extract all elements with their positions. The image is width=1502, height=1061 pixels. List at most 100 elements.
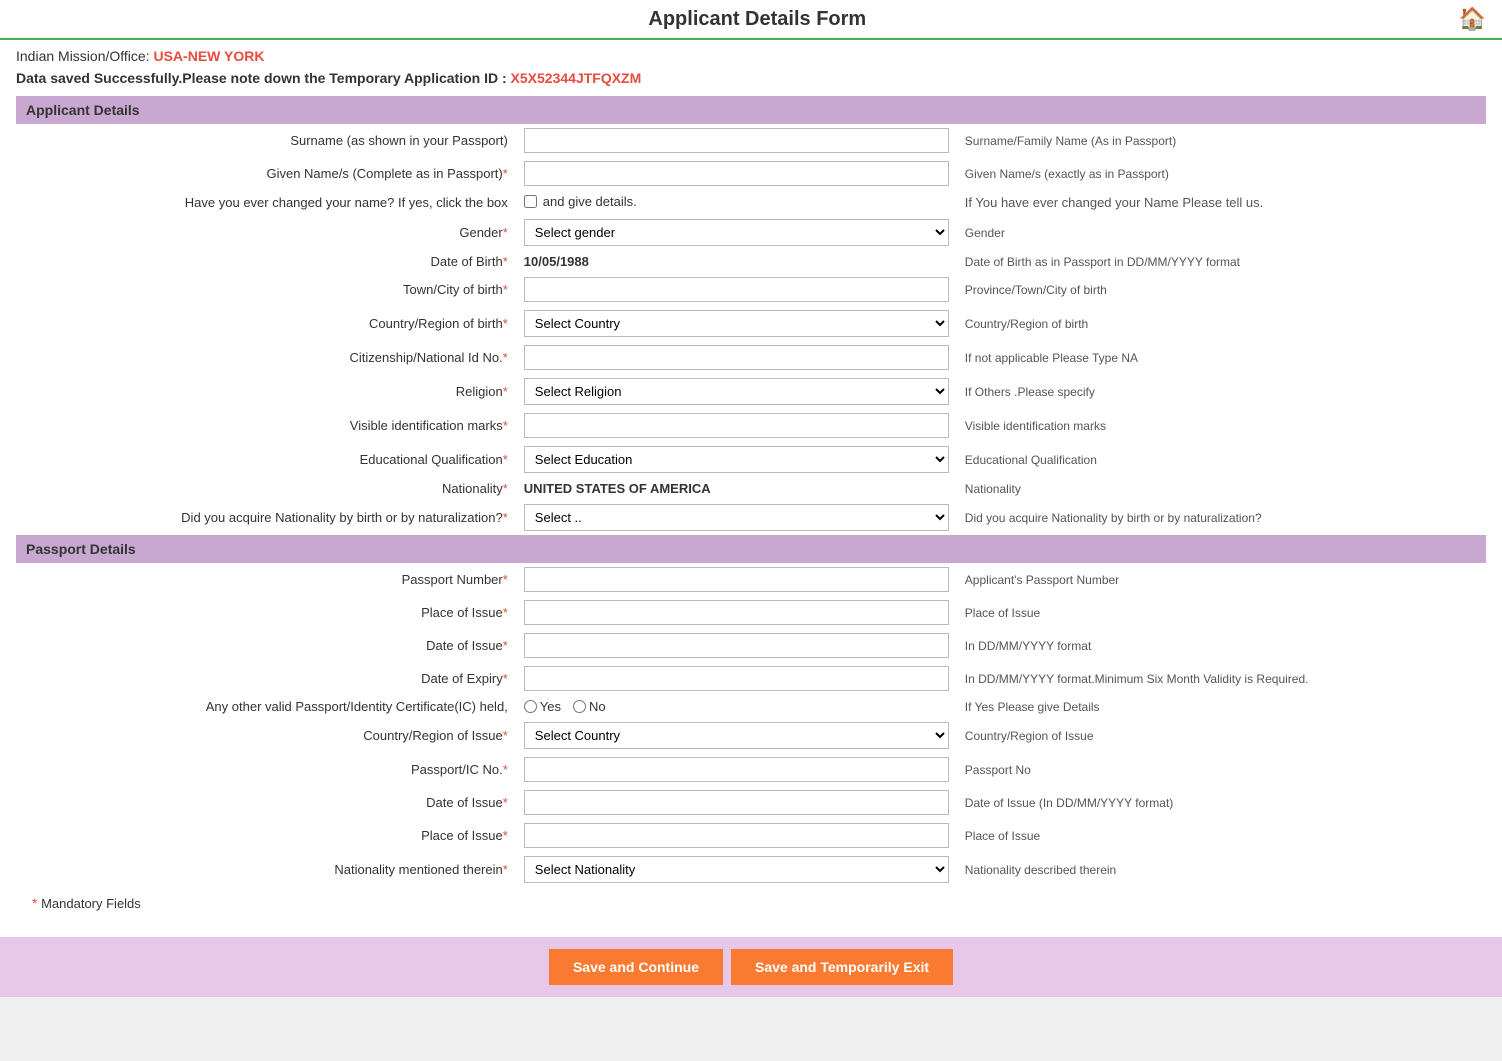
passport-ic-input-cell — [516, 753, 957, 786]
other-passport-radio-group: Yes No — [524, 699, 949, 714]
nationality-therein-select[interactable]: Select Nationality Indian American Briti… — [524, 856, 949, 883]
gender-row: Gender* Select gender Male Female Other … — [16, 215, 1486, 250]
gender-help: Gender — [957, 215, 1486, 250]
passport-number-row: Passport Number* Applicant's Passport Nu… — [16, 563, 1486, 596]
other-passport-no-radio[interactable] — [573, 700, 586, 713]
date-expiry-help: In DD/MM/YYYY format.Minimum Six Month V… — [957, 662, 1486, 695]
dob-row: Date of Birth* 10/05/1988 Date of Birth … — [16, 250, 1486, 273]
other-passport-yes-radio[interactable] — [524, 700, 537, 713]
date-issue2-help: Date of Issue (In DD/MM/YYYY format) — [957, 786, 1486, 819]
gender-select[interactable]: Select gender Male Female Other — [524, 219, 949, 246]
citizenship-label: Citizenship/National Id No.* — [16, 341, 516, 374]
surname-input[interactable] — [524, 128, 949, 153]
citizenship-help: If not applicable Please Type NA — [957, 341, 1486, 374]
dob-label: Date of Birth* — [16, 250, 516, 273]
place-issue2-label: Place of Issue* — [16, 819, 516, 852]
country-birth-row: Country/Region of birth* Select Country … — [16, 306, 1486, 341]
applicant-details-header: Applicant Details — [16, 96, 1486, 124]
other-passport-label: Any other valid Passport/Identity Certif… — [16, 695, 516, 718]
date-issue2-row: Date of Issue* Date of Issue (In DD/MM/Y… — [16, 786, 1486, 819]
surname-label: Surname (as shown in your Passport) — [16, 124, 516, 157]
name-change-input-cell: and give details. — [516, 190, 957, 215]
country-issue-help: Country/Region of Issue — [957, 718, 1486, 753]
education-help: Educational Qualification — [957, 442, 1486, 477]
other-passport-radio-cell: Yes No — [516, 695, 957, 718]
citizenship-row: Citizenship/National Id No.* If not appl… — [16, 341, 1486, 374]
passport-ic-input[interactable] — [524, 757, 949, 782]
date-expiry-label: Date of Expiry* — [16, 662, 516, 695]
footer-bar: Save and Continue Save and Temporarily E… — [0, 937, 1502, 997]
mandatory-text: Mandatory Fields — [41, 896, 141, 911]
country-birth-select[interactable]: Select Country India USA UK Other — [524, 310, 949, 337]
date-issue-input-cell — [516, 629, 957, 662]
date-issue2-label: Date of Issue* — [16, 786, 516, 819]
name-change-checkbox-label: and give details. — [543, 194, 637, 209]
dob-help: Date of Birth as in Passport in DD/MM/YY… — [957, 250, 1486, 273]
date-issue2-input[interactable] — [524, 790, 949, 815]
country-issue-input-cell: Select Country India USA UK Other — [516, 718, 957, 753]
name-change-help: If You have ever changed your Name Pleas… — [957, 190, 1486, 215]
dob-value-cell: 10/05/1988 — [516, 250, 957, 273]
religion-label: Religion* — [16, 374, 516, 409]
surname-input-cell — [516, 124, 957, 157]
passport-number-input[interactable] — [524, 567, 949, 592]
nationality-therein-label: Nationality mentioned therein* — [16, 852, 516, 887]
top-bar: Applicant Details Form 🏠 — [0, 0, 1502, 40]
success-message: Data saved Successfully.Please note down… — [16, 70, 1486, 86]
place-issue2-input[interactable] — [524, 823, 949, 848]
religion-select[interactable]: Select Religion Hindu Muslim Christian S… — [524, 378, 949, 405]
content-area: Indian Mission/Office: USA-NEW YORK Data… — [0, 40, 1502, 927]
home-icon[interactable]: 🏠 — [1459, 6, 1486, 32]
nationality-help: Nationality — [957, 477, 1486, 500]
date-issue-row: Date of Issue* In DD/MM/YYYY format — [16, 629, 1486, 662]
education-input-cell: Select Education Below Matriculation Mat… — [516, 442, 957, 477]
nationality-label: Nationality* — [16, 477, 516, 500]
other-passport-help: If Yes Please give Details — [957, 695, 1486, 718]
education-select[interactable]: Select Education Below Matriculation Mat… — [524, 446, 949, 473]
name-change-checkbox[interactable] — [524, 195, 537, 208]
visible-marks-input[interactable] — [524, 413, 949, 438]
citizenship-input[interactable] — [524, 345, 949, 370]
visible-marks-row: Visible identification marks* Visible id… — [16, 409, 1486, 442]
nationality-therein-row: Nationality mentioned therein* Select Na… — [16, 852, 1486, 887]
town-help: Province/Town/City of birth — [957, 273, 1486, 306]
success-text: Data saved Successfully.Please note down… — [16, 70, 507, 86]
given-name-input[interactable] — [524, 161, 949, 186]
applicant-details-table: Surname (as shown in your Passport) Surn… — [16, 124, 1486, 535]
passport-details-table: Passport Number* Applicant's Passport Nu… — [16, 563, 1486, 887]
town-input[interactable] — [524, 277, 949, 302]
nationality-row: Nationality* UNITED STATES OF AMERICA Na… — [16, 477, 1486, 500]
other-passport-no-label[interactable]: No — [573, 699, 606, 714]
date-expiry-input-cell — [516, 662, 957, 695]
religion-input-cell: Select Religion Hindu Muslim Christian S… — [516, 374, 957, 409]
given-name-row: Given Name/s (Complete as in Passport)* … — [16, 157, 1486, 190]
town-input-cell — [516, 273, 957, 306]
date-issue2-input-cell — [516, 786, 957, 819]
town-row: Town/City of birth* Province/Town/City o… — [16, 273, 1486, 306]
country-issue-select[interactable]: Select Country India USA UK Other — [524, 722, 949, 749]
save-continue-button[interactable]: Save and Continue — [549, 949, 723, 985]
passport-number-input-cell — [516, 563, 957, 596]
dob-value: 10/05/1988 — [524, 254, 589, 269]
passport-ic-label: Passport/IC No.* — [16, 753, 516, 786]
passport-number-help: Applicant's Passport Number — [957, 563, 1486, 596]
date-expiry-input[interactable] — [524, 666, 949, 691]
other-passport-yes-label[interactable]: Yes — [524, 699, 561, 714]
place-issue-input[interactable] — [524, 600, 949, 625]
place-issue-row: Place of Issue* Place of Issue — [16, 596, 1486, 629]
nationality-value: UNITED STATES OF AMERICA — [524, 481, 711, 496]
nationality-acquired-input-cell: Select .. By Birth By Naturalization — [516, 500, 957, 535]
save-exit-button[interactable]: Save and Temporarily Exit — [731, 949, 953, 985]
visible-marks-help: Visible identification marks — [957, 409, 1486, 442]
education-row: Educational Qualification* Select Educat… — [16, 442, 1486, 477]
nationality-acquired-select[interactable]: Select .. By Birth By Naturalization — [524, 504, 949, 531]
country-issue-row: Country/Region of Issue* Select Country … — [16, 718, 1486, 753]
mission-line: Indian Mission/Office: USA-NEW YORK — [16, 48, 1486, 64]
passport-ic-help: Passport No — [957, 753, 1486, 786]
education-label: Educational Qualification* — [16, 442, 516, 477]
given-name-help: Given Name/s (exactly as in Passport) — [957, 157, 1486, 190]
gender-input-cell: Select gender Male Female Other — [516, 215, 957, 250]
place-issue-label: Place of Issue* — [16, 596, 516, 629]
date-issue-input[interactable] — [524, 633, 949, 658]
country-birth-input-cell: Select Country India USA UK Other — [516, 306, 957, 341]
